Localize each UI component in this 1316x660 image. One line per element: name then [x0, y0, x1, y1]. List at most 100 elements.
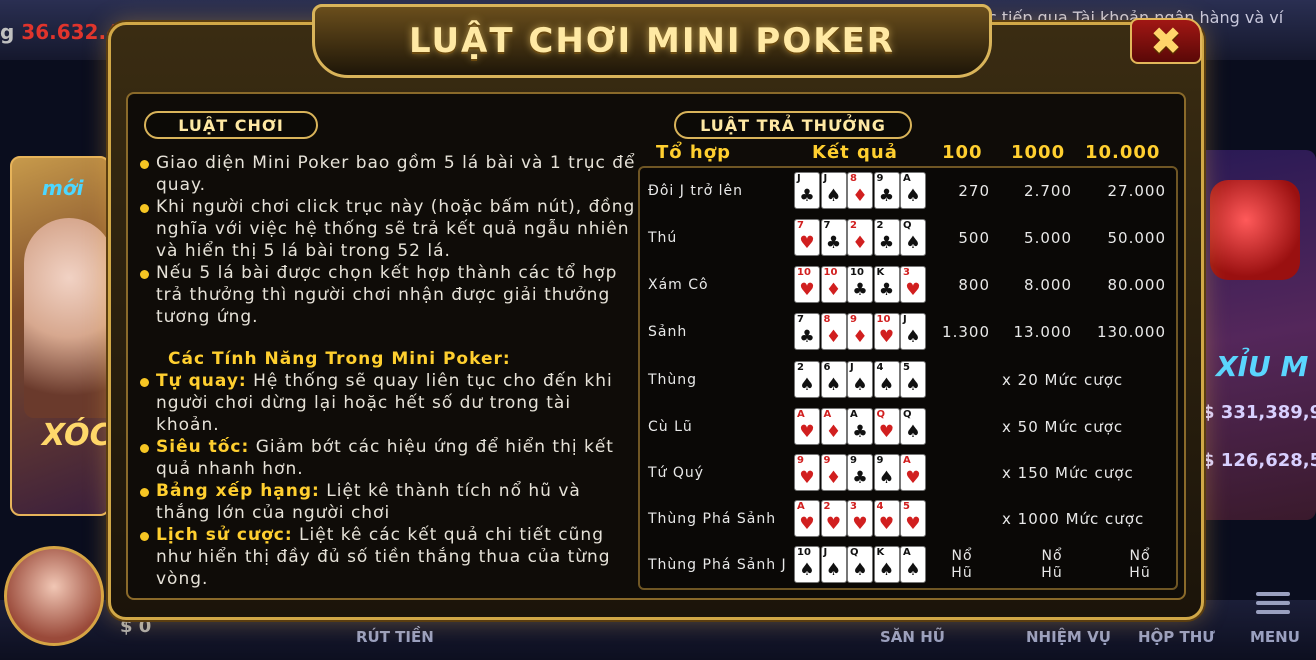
close-button[interactable]: ✖	[1130, 18, 1202, 64]
playing-card: 2 ♦	[847, 219, 873, 256]
playing-card: A ♣	[847, 408, 873, 445]
payout-row: Thú 7 ♥ 7 ♣ 2 ♦ 2 ♣ Q ♠ 500 5.000 50.000	[640, 215, 1176, 261]
rules-heading: LUẬT CHƠI	[144, 111, 318, 139]
menu-icon[interactable]	[1256, 592, 1290, 618]
card-suit-icon: ♠	[905, 560, 921, 580]
card-rank: 9	[850, 455, 857, 466]
card-suit-icon: ♠	[852, 560, 868, 580]
card-rank: 4	[876, 362, 884, 373]
card-rank: Q	[850, 547, 859, 558]
playing-card: 7 ♣	[820, 219, 847, 256]
features-list: Tự quay: Hệ thống sẽ quay liên tục cho đ…	[136, 370, 640, 590]
payout-value: 8.000	[1024, 276, 1072, 294]
playing-card: 10 ♠	[794, 546, 820, 583]
card-hand: 7 ♥ 7 ♣ 2 ♦ 2 ♣ Q ♠	[794, 219, 927, 257]
card-rank: Q	[903, 220, 912, 231]
balance-value: 36.632.4	[21, 20, 120, 44]
card-suit-icon: ♥	[878, 422, 895, 442]
game-card-tai-xiu[interactable]: XỈU M $ 331,389,9 $ 126,628,5	[1196, 150, 1316, 520]
game-card-title: XỈU M	[1216, 350, 1309, 383]
playing-card: 10 ♦	[820, 266, 847, 303]
nav-withdraw[interactable]: RÚT TIỀN	[356, 628, 434, 646]
card-suit-icon: ♦	[852, 233, 868, 253]
playing-card: 4 ♠	[873, 361, 900, 398]
payout-value: 500	[958, 229, 990, 247]
combination-name: Đôi J trở lên	[648, 183, 743, 199]
rules-list: Giao diện Mini Poker bao gồm 5 lá bài và…	[136, 152, 640, 328]
card-suit-icon: ♣	[825, 233, 842, 253]
card-rank: 10	[850, 267, 864, 278]
card-suit-icon: ♣	[799, 186, 815, 206]
playing-card: 2 ♥	[820, 500, 847, 537]
dealer-image	[24, 218, 114, 418]
card-suit-icon: ♠	[825, 560, 842, 580]
playing-card: A ♥	[900, 454, 926, 491]
playing-card: 9 ♥	[794, 454, 820, 491]
playing-card: Q ♠	[900, 219, 926, 256]
avatar[interactable]	[4, 546, 104, 646]
nav-jackpot-hunt[interactable]: SĂN HŨ	[880, 628, 945, 646]
combination-name: Thùng Phá Sảnh J	[648, 557, 787, 573]
card-rank: A	[903, 455, 911, 466]
rule-item: Nếu 5 lá bài được chọn kết hợp thành các…	[136, 262, 640, 328]
card-suit-icon: ♠	[905, 233, 921, 253]
card-suit-icon: ♣	[852, 468, 868, 488]
combination-name: Thú	[648, 230, 678, 246]
payout-row: Đôi J trở lên J ♣ J ♠ 8 ♦ 9 ♣ A ♠ 270 2.700 27.000	[640, 168, 1176, 214]
card-rank: A	[903, 547, 911, 558]
card-rank: 2	[797, 362, 804, 373]
game-card-xoc-dia[interactable]: mới XÓC	[10, 156, 114, 516]
nav-menu[interactable]: MENU	[1250, 628, 1300, 646]
payout-row: Xám Cô 10 ♥ 10 ♦ 10 ♣ K ♣ 3 ♥ 800 8.000 80.000	[640, 262, 1176, 308]
playing-card: 9 ♦	[820, 454, 847, 491]
card-suit-icon: ♣	[878, 233, 895, 253]
card-rank: 10	[823, 267, 838, 278]
playing-card: 5 ♥	[900, 500, 926, 537]
card-rank: 9	[797, 455, 804, 466]
playing-card: Q ♠	[847, 546, 873, 583]
payout-row: Tứ Quý 9 ♥ 9 ♦ 9 ♣ 9 ♠ A ♥ x 150 Mức cược	[640, 450, 1176, 496]
playing-card: Q ♥	[873, 408, 900, 445]
card-suit-icon: ♥	[878, 514, 895, 534]
payout-value: 1.300	[942, 323, 990, 341]
payout-value: 2.700	[1024, 182, 1072, 200]
card-hand: J ♣ J ♠ 8 ♦ 9 ♣ A ♠	[794, 172, 927, 210]
playing-card: 9 ♦	[847, 313, 873, 350]
card-suit-icon: ♦	[825, 468, 842, 488]
rule-item: Khi người chơi click trục này (hoặc bấm …	[136, 196, 640, 262]
playing-card: J ♠	[820, 546, 847, 583]
card-rank: 9	[876, 455, 884, 466]
card-rank: K	[876, 267, 885, 278]
card-suit-icon: ♣	[878, 280, 895, 300]
playing-card: 5 ♠	[900, 361, 926, 398]
card-suit-icon: ♠	[799, 560, 815, 580]
payout-value: 5.000	[1024, 229, 1072, 247]
nav-mailbox[interactable]: HỘP THƯ	[1138, 628, 1215, 646]
balance-prefix: g	[0, 20, 15, 44]
card-rank: 10	[797, 547, 811, 558]
playing-card: 2 ♠	[794, 361, 820, 398]
game-card-title: XÓC	[42, 418, 112, 453]
card-rank: A	[903, 173, 911, 184]
payout-multiplier: x 1000 Mức cược	[1002, 510, 1145, 528]
dice-icon	[1210, 180, 1300, 280]
playing-card: 3 ♥	[900, 266, 926, 303]
payout-jackpot: Nổ Hũ	[1041, 548, 1063, 581]
card-rank: 5	[903, 362, 910, 373]
card-suit-icon: ♠	[878, 375, 895, 395]
card-suit-icon: ♥	[799, 233, 815, 253]
payout-value: 800	[958, 276, 990, 294]
payout-row: Thùng 2 ♠ 6 ♠ J ♠ 4 ♠ 5 ♠ x 20 Mức cược	[640, 357, 1176, 403]
card-suit-icon: ♠	[825, 186, 842, 206]
nav-missions[interactable]: NHIỆM VỤ	[1026, 628, 1111, 646]
card-rank: 10	[876, 314, 891, 325]
playing-card: 7 ♣	[794, 313, 820, 350]
combination-name: Thùng	[648, 372, 698, 388]
playing-card: 7 ♥	[794, 219, 820, 256]
card-rank: 5	[903, 501, 910, 512]
card-rank: 3	[903, 267, 910, 278]
playing-card: J ♠	[820, 172, 847, 209]
card-rank: A	[823, 409, 832, 420]
card-suit-icon: ♠	[799, 375, 815, 395]
playing-card: Q ♠	[900, 408, 926, 445]
